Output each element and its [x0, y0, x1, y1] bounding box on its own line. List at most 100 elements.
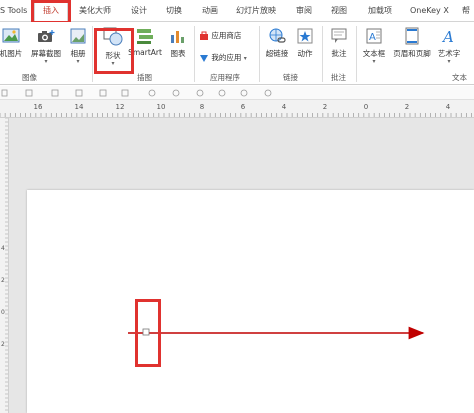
- my-apps-label: 我的应用: [211, 53, 242, 62]
- star-action-icon: [297, 28, 313, 44]
- pc-image-label: 机图片: [0, 49, 23, 58]
- ruler-label: 4: [1, 245, 5, 252]
- ruler-label: 0: [1, 309, 5, 316]
- header-footer-icon: [405, 27, 419, 45]
- group-divider: [356, 26, 357, 82]
- toolbar-item-icon: [25, 89, 33, 97]
- tab-animations-label: 动画: [202, 6, 218, 15]
- toolbar-icons: [1, 89, 272, 97]
- tab-design[interactable]: 设计: [131, 0, 147, 22]
- links-group-label: 链接: [283, 73, 298, 82]
- chart-icon: [171, 31, 184, 43]
- quick-toolbar: [0, 86, 474, 100]
- insert-tab-highlight: [31, 0, 71, 24]
- chart-button[interactable]: 图表: [166, 26, 190, 59]
- comments-group-label: 批注: [331, 73, 346, 82]
- svg-text:A: A: [441, 28, 454, 46]
- comment-label: 批注: [331, 49, 347, 58]
- app-store-label: 应用商店: [211, 31, 242, 40]
- slide-workspace: [9, 118, 474, 413]
- smartart-icon: [137, 29, 153, 44]
- globe-link-icon: [269, 28, 286, 43]
- tab-onekey[interactable]: OneKey X: [410, 0, 449, 22]
- tab-view[interactable]: 视图: [331, 0, 347, 22]
- ribbon: 机图片 屏幕截图 ▾ 相册 ▾ 图像 形状 ▾ SmartArt 图表 插图 应…: [0, 22, 474, 85]
- toolbar-item-icon: [99, 89, 107, 97]
- tab-tools-prefix: S: [0, 6, 6, 15]
- tab-slideshow-label: 幻灯片放映: [236, 6, 276, 15]
- hyperlink-label: 超链接: [265, 49, 289, 58]
- slide-canvas[interactable]: [27, 190, 474, 413]
- text-group-label: 文本: [452, 73, 467, 82]
- ruler-label: 10: [157, 103, 166, 111]
- svg-text:A: A: [369, 32, 376, 43]
- vertical-ruler[interactable]: 4 2 0 2: [0, 118, 9, 413]
- comment-button[interactable]: 批注: [328, 26, 350, 59]
- tab-beautify-master-label: 美化大师: [79, 6, 111, 15]
- apps-group-label: 应用程序: [210, 73, 240, 82]
- shapes-button-highlight: [94, 28, 134, 74]
- hyperlink-button[interactable]: 超链接: [263, 26, 291, 59]
- images-group-label: 图像: [22, 73, 37, 82]
- horizontal-ruler[interactable]: 16 14 12 10 8 6 4 2 0 2 4: [0, 100, 474, 118]
- toolbar-item-icon: [196, 89, 204, 97]
- textbox-button[interactable]: A 文本框 ▾: [359, 26, 389, 65]
- horizontal-ruler-scale: 16 14 12 10 8 6 4 2 0 2 4: [0, 103, 472, 117]
- album-dropdown-icon: ▾: [76, 58, 80, 65]
- header-footer-button[interactable]: 页眉和页脚: [391, 26, 433, 59]
- tab-review[interactable]: 审阅: [296, 0, 312, 22]
- toolbar-item-icon: [264, 89, 272, 97]
- ruler-label: 2: [405, 103, 409, 111]
- illustrations-group-label: 插图: [137, 73, 152, 82]
- wordart-icon: A: [441, 28, 454, 46]
- tab-transitions-label: 切换: [166, 6, 182, 15]
- ruler-label: 12: [116, 103, 125, 111]
- tab-beautify-master[interactable]: 美化大师: [79, 0, 111, 22]
- textbox-dropdown-icon: ▾: [372, 58, 376, 65]
- ruler-label: 2: [1, 277, 5, 284]
- action-button[interactable]: 动作: [294, 26, 316, 59]
- my-apps-button[interactable]: 我的应用 ▾: [199, 52, 247, 63]
- tab-help-label: 帮: [462, 6, 470, 15]
- tab-transitions[interactable]: 切换: [166, 0, 182, 22]
- my-apps-icon: [200, 55, 208, 62]
- tab-onekey-label: OneKey X: [410, 6, 449, 15]
- tab-tools[interactable]: S Tools: [0, 0, 27, 22]
- toolbar-item-icon: [121, 89, 129, 97]
- action-label: 动作: [297, 49, 313, 58]
- tab-design-label: 设计: [131, 6, 147, 15]
- ruler-label: 0: [364, 103, 368, 111]
- wordart-button[interactable]: A 艺术字 ▾: [434, 26, 464, 65]
- comment-icon: [331, 28, 347, 43]
- album-button[interactable]: 相册 ▾: [67, 26, 89, 65]
- arrow-start-highlight: [135, 299, 161, 367]
- screenshot-button[interactable]: 屏幕截图 ▾: [29, 26, 63, 65]
- toolbar-item-icon: [240, 89, 248, 97]
- tab-view-label: 视图: [331, 6, 347, 15]
- tab-slideshow[interactable]: 幻灯片放映: [236, 0, 276, 22]
- toolbar-item-icon: [51, 89, 59, 97]
- toolbar-item-icon: [218, 89, 226, 97]
- pc-image-button[interactable]: 机图片: [0, 26, 26, 59]
- toolbar-item-icon: [1, 89, 8, 97]
- tab-animations[interactable]: 动画: [202, 0, 218, 22]
- group-divider: [194, 26, 195, 82]
- group-divider: [92, 26, 93, 82]
- tab-review-label: 审阅: [296, 6, 312, 15]
- ruler-label: 6: [241, 103, 246, 111]
- tab-addins[interactable]: 加载项: [368, 0, 392, 22]
- chart-label: 图表: [170, 49, 186, 58]
- wordart-dropdown-icon: ▾: [447, 58, 451, 65]
- toolbar-item-icon: [172, 89, 180, 97]
- vertical-ruler-scale: 4 2 0 2: [1, 118, 8, 411]
- tab-help[interactable]: 帮: [462, 0, 470, 22]
- album-icon: [70, 28, 86, 44]
- my-apps-dropdown-icon: ▾: [243, 55, 247, 62]
- ruler-label: 16: [34, 103, 43, 111]
- store-icon: [200, 31, 208, 40]
- app-store-button[interactable]: 应用商店: [199, 30, 241, 41]
- group-divider: [259, 26, 260, 82]
- textbox-icon: A: [366, 28, 382, 44]
- ruler-label: 2: [323, 103, 327, 111]
- toolbar-item-icon: [148, 89, 156, 97]
